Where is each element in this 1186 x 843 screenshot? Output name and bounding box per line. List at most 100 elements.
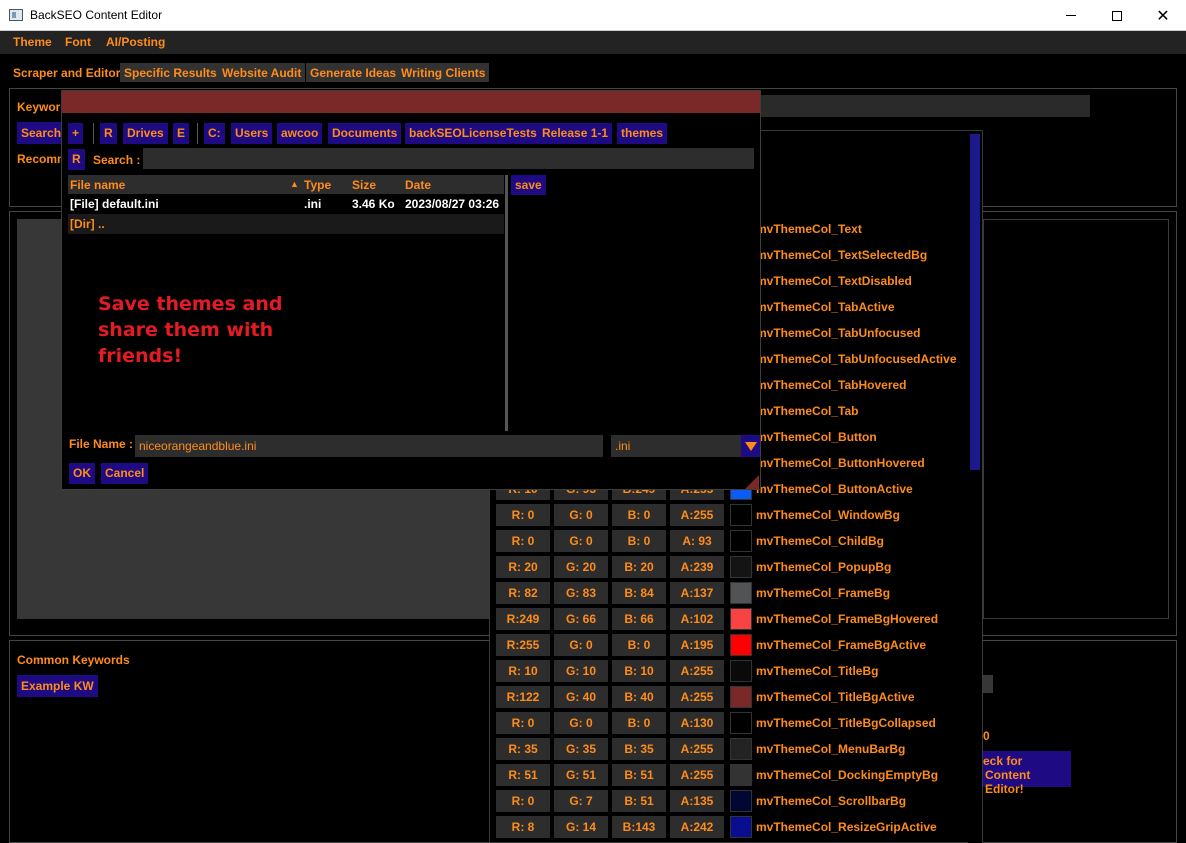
tab-writing-clients[interactable]: Writing Clients <box>397 63 490 82</box>
channel-r-input[interactable]: R:255 <box>496 634 550 656</box>
channel-r-input[interactable]: R: 0 <box>496 530 550 552</box>
col-file-name[interactable]: File name <box>70 178 125 192</box>
color-swatch[interactable] <box>730 608 752 630</box>
channel-g-input[interactable]: G: 83 <box>554 582 608 604</box>
channel-a-input[interactable]: A:255 <box>670 660 724 682</box>
maximize-button[interactable] <box>1094 0 1140 31</box>
nav-themes-button[interactable]: themes <box>617 123 668 144</box>
search-refresh-button[interactable]: R <box>68 149 85 170</box>
menu-theme[interactable]: Theme <box>13 35 52 49</box>
channel-r-input[interactable]: R: 0 <box>496 504 550 526</box>
nav-release-button[interactable]: Release 1-1 <box>538 123 613 144</box>
nav-drives-button[interactable]: Drives <box>123 123 168 144</box>
channel-g-input[interactable]: G: 51 <box>554 764 608 786</box>
channel-g-input[interactable]: G: 20 <box>554 556 608 578</box>
filter-select[interactable]: .ini <box>611 435 741 457</box>
channel-b-input[interactable]: B: 0 <box>612 530 666 552</box>
channel-b-input[interactable]: B: 35 <box>612 738 666 760</box>
channel-r-input[interactable]: R: 0 <box>496 712 550 734</box>
dialog-titlebar[interactable] <box>62 91 760 113</box>
nav-documents-button[interactable]: Documents <box>328 123 402 144</box>
channel-r-input[interactable]: R: 35 <box>496 738 550 760</box>
channel-r-input[interactable]: R: 0 <box>496 790 550 812</box>
color-swatch[interactable] <box>730 660 752 682</box>
check-content-editor-button[interactable]: eck for Content Editor! <box>983 751 1071 796</box>
channel-r-input[interactable]: R: 8 <box>496 816 550 838</box>
menu-font[interactable]: Font <box>65 35 91 49</box>
color-swatch[interactable] <box>730 504 752 526</box>
nav-add-button[interactable]: + <box>68 123 84 144</box>
channel-g-input[interactable]: G: 40 <box>554 686 608 708</box>
dir-row[interactable]: [Dir] .. <box>68 214 504 234</box>
file-row[interactable]: [File] default.ini .ini 3.46 Ko 2023/08/… <box>68 194 504 214</box>
channel-b-input[interactable]: B: 51 <box>612 764 666 786</box>
color-swatch[interactable] <box>730 712 752 734</box>
menu-ai-posting[interactable]: AI/Posting <box>106 35 165 49</box>
channel-a-input[interactable]: A:130 <box>670 712 724 734</box>
channel-b-input[interactable]: B: 0 <box>612 504 666 526</box>
channel-b-input[interactable]: B: 51 <box>612 790 666 812</box>
channel-a-input[interactable]: A:255 <box>670 504 724 526</box>
partial-input[interactable] <box>983 675 993 693</box>
tab-generate-ideas[interactable]: Generate Ideas <box>306 63 401 82</box>
minimize-button[interactable] <box>1048 0 1094 31</box>
channel-g-input[interactable]: G: 0 <box>554 530 608 552</box>
channel-r-input[interactable]: R: 20 <box>496 556 550 578</box>
close-button[interactable]: ✕ <box>1140 0 1186 31</box>
channel-b-input[interactable]: B: 0 <box>612 712 666 734</box>
channel-a-input[interactable]: A:255 <box>670 764 724 786</box>
channel-a-input[interactable]: A:102 <box>670 608 724 630</box>
col-type[interactable]: Type <box>304 178 331 192</box>
search-button[interactable]: Search <box>17 122 66 144</box>
channel-a-input[interactable]: A:242 <box>670 816 724 838</box>
channel-a-input[interactable]: A:255 <box>670 686 724 708</box>
color-swatch[interactable] <box>730 738 752 760</box>
nav-awcoo-button[interactable]: awcoo <box>277 123 323 144</box>
channel-b-input[interactable]: B:143 <box>612 816 666 838</box>
channel-a-input[interactable]: A:137 <box>670 582 724 604</box>
channel-b-input[interactable]: B: 10 <box>612 660 666 682</box>
file-name-input[interactable]: niceorangeandblue.ini <box>135 435 603 457</box>
keyword-input[interactable] <box>760 95 1090 117</box>
file-table-splitter[interactable] <box>505 175 508 431</box>
channel-g-input[interactable]: G: 66 <box>554 608 608 630</box>
channel-b-input[interactable]: B: 66 <box>612 608 666 630</box>
nav-refresh-button[interactable]: R <box>100 123 117 144</box>
nav-drive-c-button[interactable]: C: <box>204 123 225 144</box>
color-swatch[interactable] <box>730 556 752 578</box>
channel-r-input[interactable]: R: 10 <box>496 660 550 682</box>
color-swatch[interactable] <box>730 686 752 708</box>
tab-scraper-editor[interactable]: Scraper and Editor <box>9 63 124 82</box>
channel-b-input[interactable]: B: 0 <box>612 634 666 656</box>
color-swatch[interactable] <box>730 790 752 812</box>
nav-users-button[interactable]: Users <box>231 123 273 144</box>
channel-a-input[interactable]: A:135 <box>670 790 724 812</box>
channel-b-input[interactable]: B: 84 <box>612 582 666 604</box>
nav-backseolicensetests-button[interactable]: backSEOLicenseTests <box>405 123 541 144</box>
channel-r-input[interactable]: R: 82 <box>496 582 550 604</box>
channel-g-input[interactable]: G: 35 <box>554 738 608 760</box>
channel-r-input[interactable]: R:122 <box>496 686 550 708</box>
color-swatch[interactable] <box>730 764 752 786</box>
channel-r-input[interactable]: R:249 <box>496 608 550 630</box>
save-button[interactable]: save <box>511 175 546 195</box>
ok-button[interactable]: OK <box>69 463 95 484</box>
tab-specific-results[interactable]: Specific Results <box>120 63 221 82</box>
col-size[interactable]: Size <box>352 178 376 192</box>
channel-r-input[interactable]: R: 51 <box>496 764 550 786</box>
channel-a-input[interactable]: A:239 <box>670 556 724 578</box>
nav-drive-e-button[interactable]: E <box>173 123 190 144</box>
channel-g-input[interactable]: G: 0 <box>554 504 608 526</box>
tab-website-audit[interactable]: Website Audit <box>218 63 306 82</box>
theme-list-scroll-thumb[interactable] <box>970 134 980 470</box>
col-date[interactable]: Date <box>405 178 431 192</box>
channel-g-input[interactable]: G: 0 <box>554 712 608 734</box>
filter-dropdown-button[interactable] <box>741 435 760 457</box>
channel-g-input[interactable]: G: 7 <box>554 790 608 812</box>
channel-a-input[interactable]: A:195 <box>670 634 724 656</box>
color-swatch[interactable] <box>730 530 752 552</box>
example-kw-button[interactable]: Example KW <box>17 675 98 697</box>
color-swatch[interactable] <box>730 816 752 838</box>
color-swatch[interactable] <box>730 582 752 604</box>
channel-b-input[interactable]: B: 40 <box>612 686 666 708</box>
